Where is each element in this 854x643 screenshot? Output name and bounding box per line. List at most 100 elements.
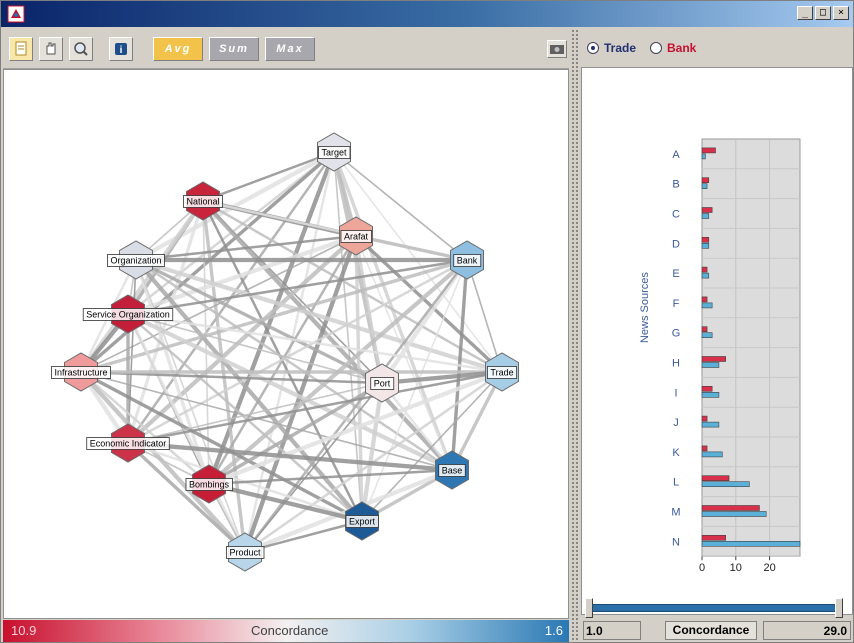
legend-min-value: 10.9 bbox=[11, 623, 37, 638]
bar-trade[interactable] bbox=[701, 272, 710, 279]
graph-panel: i Avg Sum Max Target National Arafat Organi… bbox=[3, 29, 569, 642]
node-label: Base bbox=[442, 466, 463, 476]
bar-bank[interactable] bbox=[701, 147, 716, 154]
magnifier-icon bbox=[74, 42, 88, 56]
category-label: K bbox=[672, 447, 680, 459]
trade-radio[interactable]: Trade bbox=[587, 41, 636, 55]
node-label: Organization bbox=[110, 256, 161, 266]
svg-text:i: i bbox=[120, 45, 123, 56]
camera-button[interactable] bbox=[547, 40, 567, 58]
category-label: G bbox=[672, 328, 681, 340]
bar-bank[interactable] bbox=[701, 266, 708, 273]
node-label: Economic Indicator bbox=[90, 439, 167, 449]
concordance-max-value: 29.0 bbox=[763, 621, 851, 640]
node-label: Bank bbox=[457, 256, 478, 266]
close-button[interactable]: × bbox=[833, 6, 849, 20]
concordance-slider[interactable] bbox=[581, 597, 853, 619]
app-window: _ □ × i Avg Sum Max Target National Araf… bbox=[0, 0, 854, 643]
x-tick-label: 0 bbox=[699, 562, 705, 574]
node-label: Infrastructure bbox=[54, 368, 107, 378]
y-axis-label: News Sources bbox=[639, 272, 651, 343]
bar-bank[interactable] bbox=[701, 534, 726, 541]
minimize-button[interactable]: _ bbox=[797, 6, 813, 20]
bar-bank[interactable] bbox=[701, 326, 708, 333]
legend-title: Concordance bbox=[251, 623, 329, 638]
graph-edge bbox=[126, 441, 247, 554]
node-label: National bbox=[186, 197, 219, 207]
node-label: Trade bbox=[490, 368, 513, 378]
bar-bank[interactable] bbox=[701, 237, 710, 243]
slider-max-handle[interactable] bbox=[835, 598, 843, 618]
max-mode-button[interactable]: Max bbox=[265, 37, 315, 61]
radio-selected-icon bbox=[587, 42, 599, 54]
graph-node[interactable]: Infrastructure bbox=[51, 352, 111, 392]
select-tool-button[interactable] bbox=[9, 37, 33, 61]
zoom-tool-button[interactable] bbox=[69, 37, 93, 61]
news-sources-chart: A B C D E F G H I J K L M N 0 10 20 News Sources bbox=[581, 67, 853, 615]
category-label: M bbox=[671, 507, 680, 519]
concordance-range-row: 1.0 Concordance 29.0 bbox=[581, 620, 853, 642]
pan-tool-button[interactable] bbox=[39, 37, 63, 61]
slider-track[interactable] bbox=[589, 604, 839, 612]
bar-trade[interactable] bbox=[701, 302, 713, 309]
bank-radio[interactable]: Bank bbox=[650, 41, 696, 55]
node-label: Service Organization bbox=[86, 310, 170, 320]
category-label: J bbox=[673, 417, 679, 429]
bar-bank[interactable] bbox=[701, 296, 708, 303]
bar-bank[interactable] bbox=[701, 415, 708, 422]
category-label: L bbox=[673, 477, 679, 489]
graph-edges bbox=[79, 150, 504, 554]
bar-bank[interactable] bbox=[701, 385, 713, 392]
concordance-min-value: 1.0 bbox=[583, 621, 641, 640]
x-tick-label: 10 bbox=[730, 562, 742, 574]
category-label: F bbox=[673, 298, 680, 310]
concordance-graph[interactable]: Target National Arafat Organization Bank Serv… bbox=[3, 69, 569, 619]
legend-max-value: 1.6 bbox=[544, 623, 563, 638]
bar-bank[interactable] bbox=[701, 445, 708, 452]
category-label: B bbox=[672, 179, 679, 191]
bank-radio-label: Bank bbox=[667, 41, 697, 55]
bar-bank[interactable] bbox=[701, 356, 726, 362]
bar-trade[interactable] bbox=[701, 362, 720, 368]
avg-mode-button[interactable]: Avg bbox=[153, 37, 203, 61]
sum-mode-button[interactable]: Sum bbox=[209, 37, 259, 61]
category-label: E bbox=[672, 268, 679, 280]
bar-trade[interactable] bbox=[701, 332, 713, 339]
app-icon bbox=[7, 5, 25, 23]
slider-min-handle[interactable] bbox=[585, 598, 593, 618]
bar-trade[interactable] bbox=[701, 451, 723, 458]
graph-edge bbox=[134, 150, 336, 262]
bar-trade[interactable] bbox=[701, 511, 767, 517]
bar-bank[interactable] bbox=[701, 207, 713, 213]
bar-trade[interactable] bbox=[701, 540, 801, 547]
bar-trade[interactable] bbox=[701, 213, 710, 219]
bar-trade[interactable] bbox=[701, 481, 750, 488]
title-bar[interactable]: _ □ × bbox=[1, 1, 853, 27]
graph-edge bbox=[79, 370, 247, 554]
camera-icon bbox=[550, 45, 564, 54]
info-icon: i bbox=[115, 43, 127, 56]
node-label: Bombings bbox=[189, 480, 230, 490]
category-label: C bbox=[672, 209, 680, 221]
graph-node[interactable]: Target bbox=[317, 132, 351, 172]
info-tool-button[interactable]: i bbox=[109, 37, 133, 61]
category-label: H bbox=[672, 358, 680, 370]
maximize-button[interactable]: □ bbox=[815, 6, 831, 20]
graph-edge bbox=[202, 150, 335, 203]
bar-trade[interactable] bbox=[701, 153, 706, 160]
split-pane-divider[interactable] bbox=[571, 29, 579, 642]
bar-trade[interactable] bbox=[701, 421, 720, 428]
bar-trade[interactable] bbox=[701, 243, 710, 249]
bar-bank[interactable] bbox=[701, 505, 760, 511]
category-label: D bbox=[672, 238, 680, 250]
category-label: A bbox=[672, 149, 680, 161]
bar-trade[interactable] bbox=[701, 391, 720, 398]
bar-trade[interactable] bbox=[701, 183, 708, 189]
document-icon bbox=[15, 41, 27, 56]
bar-bank[interactable] bbox=[701, 177, 710, 183]
node-label: Target bbox=[321, 148, 347, 158]
graph-toolbar: i Avg Sum Max bbox=[3, 29, 569, 69]
bar-bank[interactable] bbox=[701, 475, 730, 482]
radio-unselected-icon bbox=[650, 42, 663, 54]
category-label: N bbox=[672, 536, 680, 548]
